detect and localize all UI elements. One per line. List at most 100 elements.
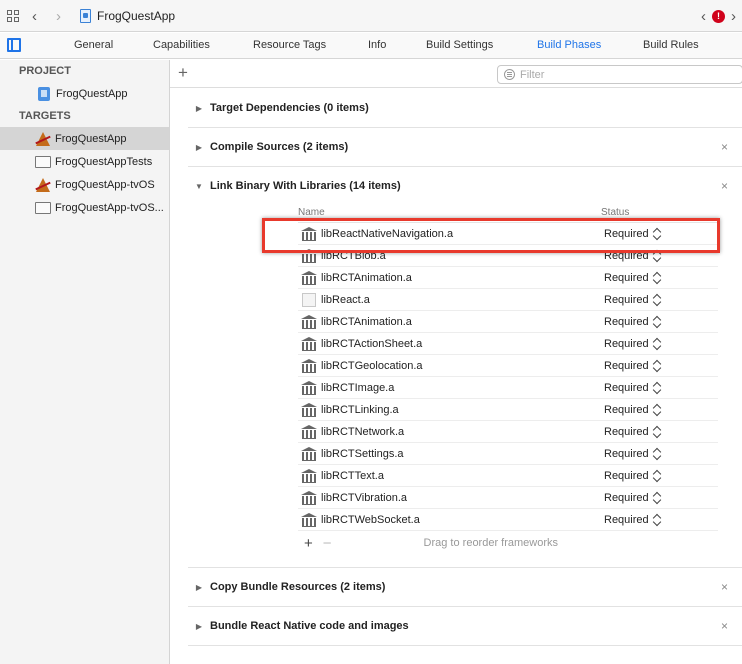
library-status[interactable]: Required xyxy=(604,514,649,526)
build-phases-editor: + Filter ▶ Target Dependencies (0 items)… xyxy=(170,60,742,664)
disclosure-right-icon[interactable]: ▶ xyxy=(188,622,210,631)
sidebar-item-target-tvos[interactable]: FrogQuestApp-tvOS xyxy=(0,173,169,196)
app-target-icon xyxy=(35,177,51,193)
issue-navigator[interactable]: ‹ ! › xyxy=(701,0,736,32)
table-row[interactable]: libRCTNetwork.a Required xyxy=(298,421,718,443)
app-target-icon xyxy=(35,131,51,147)
library-status[interactable]: Required xyxy=(604,448,649,460)
tab-info[interactable]: Info xyxy=(368,33,386,59)
tab-build-rules[interactable]: Build Rules xyxy=(643,33,699,59)
library-name: libRCTActionSheet.a xyxy=(321,337,423,350)
disclosure-right-icon[interactable]: ▶ xyxy=(188,104,210,113)
phase-header[interactable]: ▼ Link Binary With Libraries (14 items) xyxy=(188,167,742,205)
library-status[interactable]: Required xyxy=(604,294,649,306)
library-icon xyxy=(301,270,317,285)
library-status[interactable]: Required xyxy=(604,272,649,284)
library-icon xyxy=(301,314,317,329)
tab-general[interactable]: General xyxy=(74,33,113,59)
table-row[interactable]: libRCTActionSheet.a Required xyxy=(298,333,718,355)
up-down-chevron-icon[interactable] xyxy=(653,338,661,350)
table-row[interactable]: libRCTImage.a Required xyxy=(298,377,718,399)
up-down-chevron-icon[interactable] xyxy=(653,492,661,504)
disclosure-right-icon[interactable]: ▶ xyxy=(188,583,210,592)
chevron-right-icon[interactable]: › xyxy=(731,8,736,25)
phase-header[interactable]: ▶ Bundle React Native code and images xyxy=(188,607,742,645)
project-section-header: PROJECT xyxy=(19,65,71,77)
sidebar-item-label: FrogQuestAppTests xyxy=(55,155,153,168)
status-column-header[interactable]: Status xyxy=(601,207,629,218)
table-row[interactable]: libRCTLinking.a Required xyxy=(298,399,718,421)
table-row[interactable]: libRCTWebSocket.a Required xyxy=(298,509,718,531)
library-name: libRCTImage.a xyxy=(321,381,395,394)
library-status[interactable]: Required xyxy=(604,316,649,328)
up-down-chevron-icon[interactable] xyxy=(653,316,661,328)
add-build-phase-button[interactable]: + xyxy=(178,63,188,83)
table-row[interactable]: libRCTVibration.a Required xyxy=(298,487,718,509)
up-down-chevron-icon[interactable] xyxy=(653,514,661,526)
sidebar-item-target-app[interactable]: FrogQuestApp xyxy=(0,127,169,150)
tab-build-phases[interactable]: Build Phases xyxy=(537,33,601,59)
phase-header[interactable]: ▶ Target Dependencies (0 items) xyxy=(188,89,742,127)
targets-section-header: TARGETS xyxy=(19,110,71,122)
table-row[interactable]: libRCTSettings.a Required xyxy=(298,443,718,465)
highlight-annotation xyxy=(262,218,720,253)
library-name: libRCTLinking.a xyxy=(321,403,399,416)
library-icon xyxy=(301,380,317,395)
up-down-chevron-icon[interactable] xyxy=(653,360,661,372)
editor-tab-bar: General Capabilities Resource Tags Info … xyxy=(0,33,742,59)
libraries-list: libReactNativeNavigation.a Required libRCT… xyxy=(298,222,718,531)
forward-arrow-icon[interactable]: › xyxy=(56,0,61,32)
add-library-button[interactable]: + xyxy=(304,535,313,552)
back-arrow-icon[interactable]: ‹ xyxy=(32,0,37,32)
up-down-chevron-icon[interactable] xyxy=(653,470,661,482)
delete-phase-icon[interactable]: × xyxy=(721,619,728,633)
tab-resource-tags[interactable]: Resource Tags xyxy=(253,33,326,59)
phase-title: Bundle React Native code and images xyxy=(210,620,409,632)
library-status[interactable]: Required xyxy=(604,426,649,438)
library-status[interactable]: Required xyxy=(604,382,649,394)
name-column-header[interactable]: Name xyxy=(298,207,325,218)
sidebar-item-project[interactable]: FrogQuestApp xyxy=(0,82,169,105)
sidebar-item-label: FrogQuestApp xyxy=(56,87,128,100)
breadcrumb-title[interactable]: FrogQuestApp xyxy=(97,0,175,32)
remove-library-button[interactable]: − xyxy=(323,535,332,552)
filter-input[interactable]: Filter xyxy=(497,65,742,84)
library-name: libReact.a xyxy=(321,293,370,306)
up-down-chevron-icon[interactable] xyxy=(653,294,661,306)
table-row[interactable]: libRCTAnimation.a Required xyxy=(298,267,718,289)
jump-bar: ‹ › FrogQuestApp ‹ ! › xyxy=(0,0,742,32)
up-down-chevron-icon[interactable] xyxy=(653,272,661,284)
related-items-icon[interactable] xyxy=(7,0,23,32)
table-row[interactable]: libRCTGeolocation.a Required xyxy=(298,355,718,377)
up-down-chevron-icon[interactable] xyxy=(653,404,661,416)
library-status[interactable]: Required xyxy=(604,338,649,350)
error-badge-icon[interactable]: ! xyxy=(712,9,725,23)
disclosure-right-icon[interactable]: ▶ xyxy=(188,143,210,152)
sidebar-item-label: FrogQuestApp xyxy=(55,132,127,145)
up-down-chevron-icon[interactable] xyxy=(653,382,661,394)
library-status[interactable]: Required xyxy=(604,404,649,416)
library-name: libRCTNetwork.a xyxy=(321,425,405,438)
phase-header[interactable]: ▶ Compile Sources (2 items) xyxy=(188,128,742,166)
library-status[interactable]: Required xyxy=(604,470,649,482)
chevron-left-icon[interactable]: ‹ xyxy=(701,8,706,25)
tab-capabilities[interactable]: Capabilities xyxy=(153,33,210,59)
sidebar-item-target-tests[interactable]: FrogQuestAppTests xyxy=(0,150,169,173)
up-down-chevron-icon[interactable] xyxy=(653,448,661,460)
library-status[interactable]: Required xyxy=(604,360,649,372)
table-footer: + − Drag to reorder frameworks xyxy=(298,531,718,555)
tab-build-settings[interactable]: Build Settings xyxy=(426,33,493,59)
library-status[interactable]: Required xyxy=(604,492,649,504)
up-down-chevron-icon[interactable] xyxy=(653,426,661,438)
delete-phase-icon[interactable]: × xyxy=(721,179,728,193)
delete-phase-icon[interactable]: × xyxy=(721,580,728,594)
sidebar-item-target-tvos-tests[interactable]: FrogQuestApp-tvOS... xyxy=(0,196,169,219)
delete-phase-icon[interactable]: × xyxy=(721,140,728,154)
table-row[interactable]: libRCTText.a Required xyxy=(298,465,718,487)
table-row[interactable]: libRCTAnimation.a Required xyxy=(298,311,718,333)
disclosure-down-icon[interactable]: ▼ xyxy=(188,182,210,191)
sidebar-toggle-icon[interactable] xyxy=(7,38,21,52)
filter-icon xyxy=(504,69,515,80)
phase-header[interactable]: ▶ Copy Bundle Resources (2 items) xyxy=(188,568,742,606)
table-row[interactable]: libReact.a Required xyxy=(298,289,718,311)
